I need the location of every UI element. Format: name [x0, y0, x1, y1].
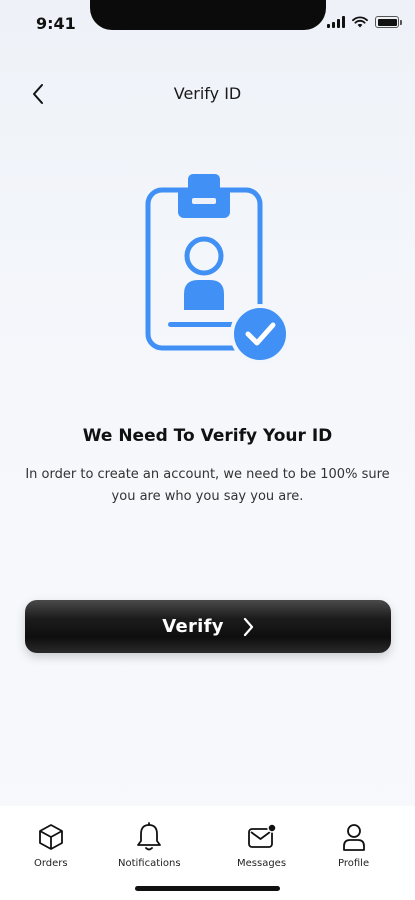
- bell-icon: [137, 822, 162, 851]
- page-title: Verify ID: [173, 84, 242, 103]
- tab-label-notifications: Notifications: [118, 858, 181, 869]
- home-indicator[interactable]: [135, 886, 280, 891]
- tab-label-messages: Messages: [237, 858, 287, 869]
- user-icon: [342, 824, 365, 851]
- envelope-icon: [247, 823, 277, 848]
- tab-profile[interactable]: Profile: [338, 822, 369, 869]
- status-icons: [327, 16, 402, 28]
- header: Verify ID: [0, 72, 415, 116]
- status-time: 9:41: [36, 14, 76, 33]
- chevron-right-icon: [243, 617, 253, 636]
- id-badge-verified-icon: [145, 174, 290, 364]
- tab-label-orders: Orders: [34, 858, 68, 869]
- tab-notifications[interactable]: Notifications: [118, 822, 181, 869]
- tab-messages[interactable]: Messages: [237, 822, 286, 869]
- status-bar: 9:41: [0, 0, 415, 44]
- headline: We Need To Verify Your ID: [82, 426, 333, 446]
- verify-button[interactable]: Verify: [25, 600, 391, 653]
- cellular-signal-icon: [327, 16, 345, 28]
- tab-label-profile: Profile: [338, 858, 370, 869]
- tab-bar: Orders Notifications Messages Profile: [0, 806, 415, 900]
- device-notch: [90, 0, 326, 30]
- box-icon: [38, 824, 63, 850]
- description: In order to create an account, we need t…: [25, 467, 390, 504]
- tab-orders[interactable]: Orders: [34, 822, 68, 869]
- battery-icon: [375, 16, 402, 28]
- verify-button-label: Verify: [162, 616, 224, 637]
- wifi-icon: [352, 16, 368, 28]
